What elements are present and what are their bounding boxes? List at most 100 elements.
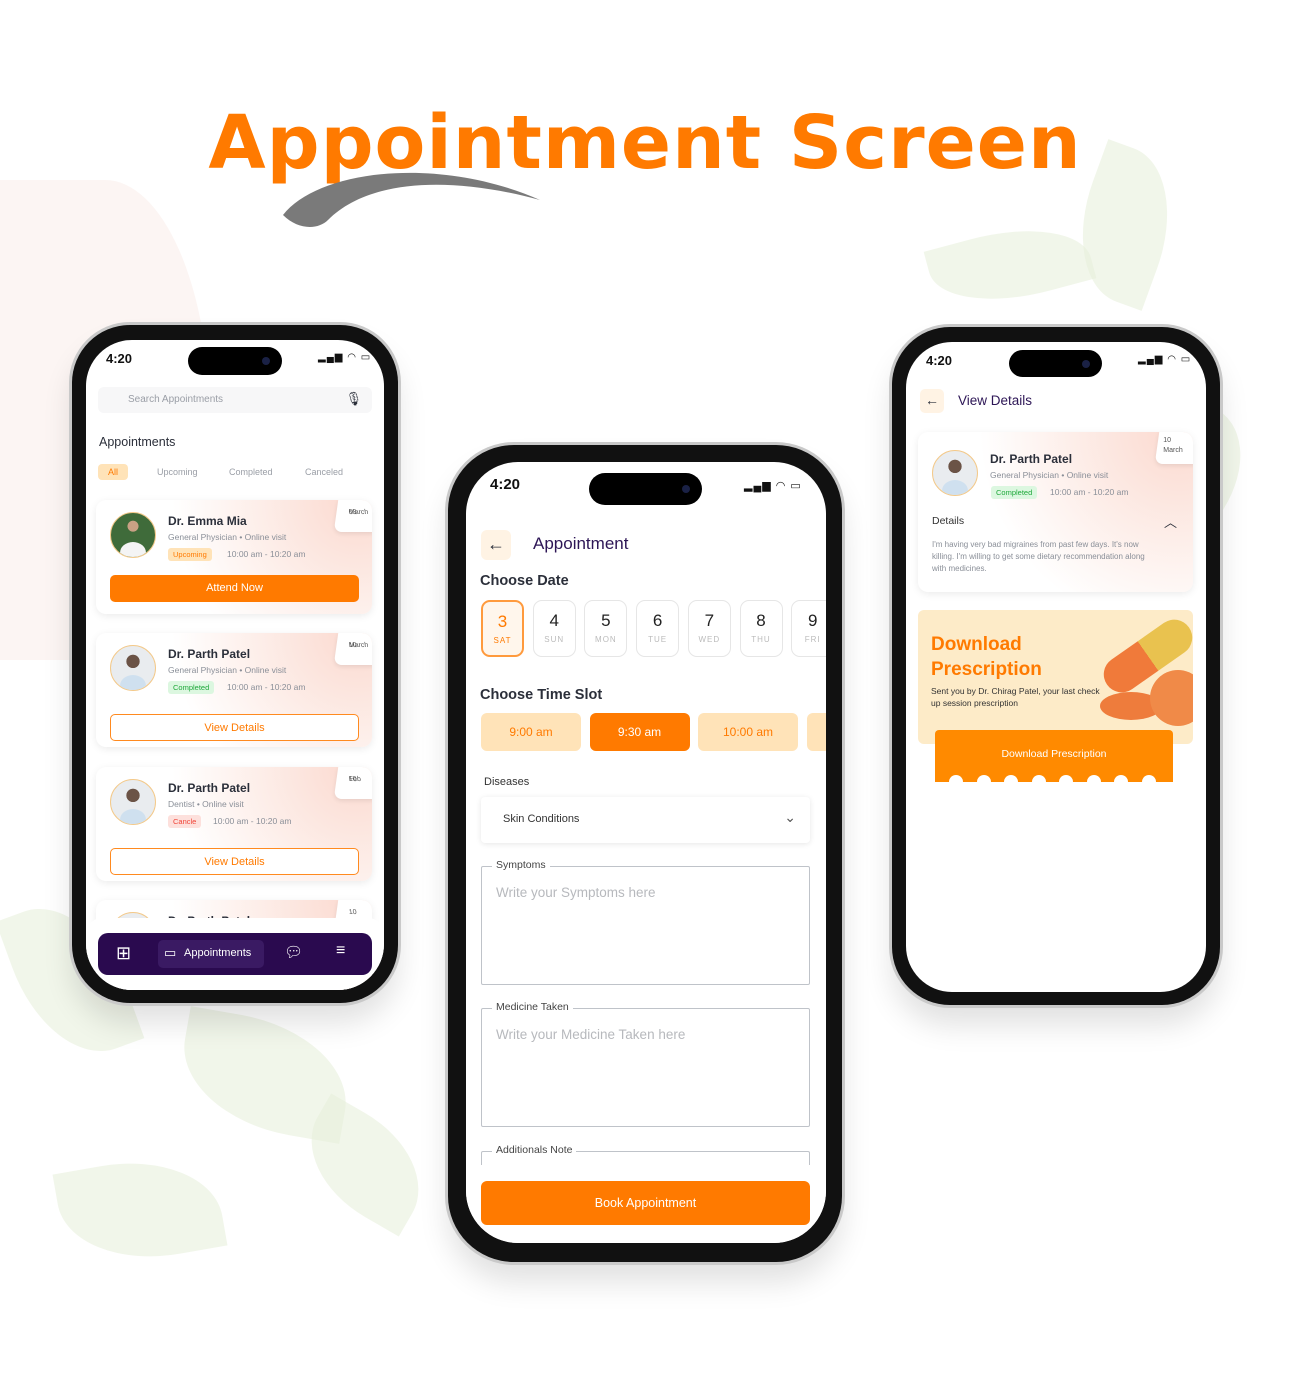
date-weekday: SAT <box>493 636 512 645</box>
view-details-button[interactable]: View Details <box>110 848 359 875</box>
time-slot[interactable]: 9:00 am <box>481 713 581 751</box>
status-time: 4:20 <box>926 353 953 368</box>
doctor-specialty: Dentist • Online visit <box>168 799 244 809</box>
scallop-dot <box>1086 775 1101 782</box>
time-slot[interactable]: 10:00 am <box>698 713 798 751</box>
scallop-dot <box>1031 775 1046 782</box>
diseases-label: Diseases <box>484 776 530 788</box>
chevron-up-icon[interactable]: ︿ <box>1164 512 1177 531</box>
appointment-time: 10:00 am - 10:20 am <box>1050 487 1129 497</box>
appointment-detail-card: Dr. Parth Patel General Physician • Onli… <box>918 432 1193 592</box>
appointment-time: 10:00 am - 10:20 am <box>227 549 306 559</box>
status-badge: Upcoming <box>168 548 212 561</box>
date-weekday: MON <box>595 635 617 644</box>
time-slot[interactable]: 9:30 am <box>589 713 690 751</box>
date-number: 4 <box>549 611 559 630</box>
symptoms-textarea[interactable]: Symptoms Write your Symptoms here <box>481 859 810 985</box>
medicine-label: Medicine Taken <box>492 1001 573 1013</box>
scallop-dot <box>1004 775 1018 782</box>
appointment-card: Dr. Parth Patel 10 March General Physician … <box>96 633 372 747</box>
date-tag: 10 March <box>1154 432 1193 464</box>
date-option-thu[interactable]: 8 THU <box>739 600 783 657</box>
grid-icon[interactable]: ⊞ <box>116 943 131 964</box>
date-option-mon[interactable]: 5 MON <box>584 600 628 657</box>
diseases-value: Skin Conditions <box>503 813 580 825</box>
prescription-banner: Download Prescription Sent you by Dr. Chi… <box>918 610 1193 744</box>
doctor-avatar <box>110 779 156 825</box>
date-day: 10 <box>348 909 358 916</box>
date-option-sat[interactable]: 3 SAT <box>481 600 524 657</box>
choose-time-label: Choose Time Slot <box>480 687 603 703</box>
banner-text: Sent you by Dr. Chirag Patel, your last … <box>931 686 1100 708</box>
chevron-down-icon: ⌄ <box>784 809 796 825</box>
status-icons: ▂▄▆ ◠ ▭ <box>318 352 372 363</box>
swoosh-decoration <box>283 172 540 227</box>
medicine-placeholder: Write your Medicine Taken here <box>496 1027 686 1042</box>
menu-icon[interactable]: ≡ <box>336 942 345 960</box>
search-input[interactable]: Search Appointments 🎙 <box>98 387 372 413</box>
status-time: 4:20 <box>490 476 521 493</box>
view-details-button[interactable]: View Details <box>110 714 359 741</box>
date-number: 8 <box>756 611 766 630</box>
page-title: Appointment Screen <box>208 100 1082 186</box>
date-tag: 10 Feb <box>333 767 372 799</box>
medicine-taken-textarea[interactable]: Medicine Taken Write your Medicine Taken… <box>481 1001 810 1127</box>
date-weekday: THU <box>751 635 771 644</box>
book-appointment-button[interactable]: Book Appointment <box>481 1181 810 1225</box>
appointment-card: Dr. Emma Mia 03 March General Physician • O… <box>96 500 372 614</box>
symptoms-label: Symptoms <box>492 859 550 871</box>
tab-canceled[interactable]: Canceled <box>295 464 353 480</box>
scallop-dot <box>1059 775 1073 782</box>
screen-title: View Details <box>958 393 1033 408</box>
date-weekday: WED <box>698 635 721 644</box>
doctor-name: Dr. Parth Patel <box>168 647 251 661</box>
tab-all[interactable]: All <box>98 464 129 480</box>
download-prescription-button[interactable]: Download Prescription <box>935 730 1173 782</box>
tablet-pill-image <box>1150 670 1193 726</box>
date-number: 6 <box>652 611 663 630</box>
details-text: I'm having very bad migraines from past … <box>932 540 1145 573</box>
date-number: 9 <box>807 611 818 630</box>
doctor-specialty: General Physician • Online visit <box>168 665 287 675</box>
date-number: 3 <box>497 612 508 631</box>
date-weekday: TUE <box>648 635 668 644</box>
appointments-heading: Appointments <box>99 435 176 449</box>
nav-item-label: Appointments <box>184 947 252 959</box>
dynamic-island <box>188 347 282 375</box>
tab-completed[interactable]: Completed <box>219 464 283 480</box>
date-option-wed[interactable]: 7 WED <box>687 600 731 657</box>
date-weekday: FRI <box>804 635 821 644</box>
date-month: Feb <box>348 776 362 783</box>
appointment-card: Dr. Parth Patel 10 Feb Dentist • Online vis… <box>96 767 372 881</box>
date-number: 5 <box>601 611 611 630</box>
back-button[interactable]: ← <box>481 530 511 560</box>
dynamic-island <box>1009 350 1102 377</box>
leaf-decoration <box>52 1146 228 1274</box>
doctor-avatar <box>110 512 156 558</box>
chat-icon[interactable]: 💬︎ <box>284 943 303 961</box>
date-number: 7 <box>704 611 715 630</box>
scallop-dot <box>1114 775 1128 782</box>
notes-label: Additionals Note <box>492 1144 577 1156</box>
date-option-sun[interactable]: 4 SUN <box>532 600 576 657</box>
choose-date-label: Choose Date <box>480 573 569 589</box>
time-slot[interactable] <box>806 713 826 751</box>
tab-upcoming[interactable]: Upcoming <box>147 464 208 480</box>
date-tag: 03 March <box>333 500 372 532</box>
attend-now-button[interactable]: Attend Now <box>110 575 359 602</box>
diseases-dropdown[interactable]: Skin Conditions ⌄ <box>481 797 810 843</box>
download-button-label: Download Prescription <box>1001 748 1107 760</box>
calendar-card-icon: ▭ <box>164 945 177 960</box>
scallop-dot <box>1141 775 1156 782</box>
doctor-avatar <box>932 450 978 496</box>
date-weekday: SUN <box>544 635 565 644</box>
doctor-name: Dr. Parth Patel <box>168 781 251 795</box>
bottom-nav: ⊞ ▭ Appointments 💬︎ ≡ <box>98 933 372 975</box>
nav-item-appointments[interactable]: ▭ Appointments <box>158 940 264 968</box>
banner-title: Download Prescription <box>931 632 1042 682</box>
banner-title-line2: Prescription <box>931 659 1042 680</box>
date-option-tue[interactable]: 6 TUE <box>636 600 680 657</box>
date-option-fri[interactable]: 9 FRI <box>791 600 826 657</box>
microphone-icon[interactable]: 🎙 <box>345 391 362 407</box>
back-button[interactable]: ← <box>920 389 944 413</box>
